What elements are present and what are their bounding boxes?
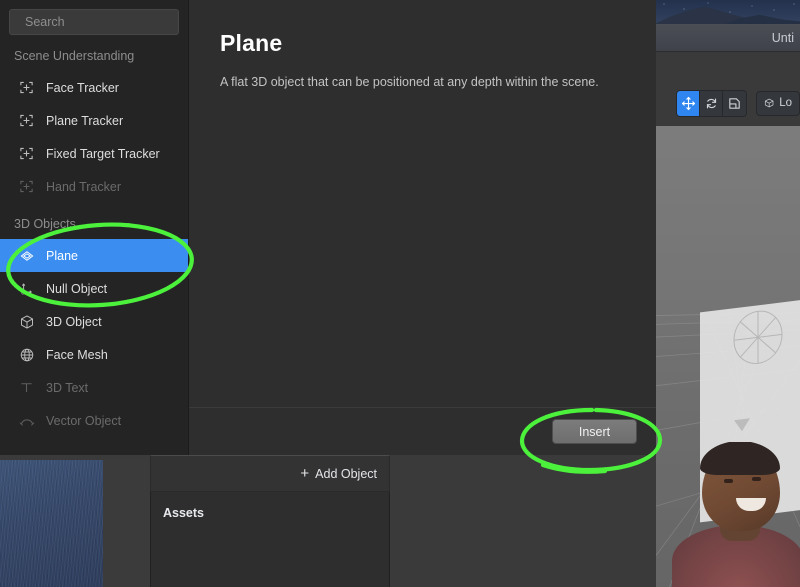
detail-title: Plane (220, 30, 283, 56)
move-tool-button[interactable] (677, 90, 701, 116)
object-detail-panel: Plane A flat 3D object that can be posit… (189, 0, 656, 455)
transform-toolbar: Lo (656, 80, 800, 126)
scale-icon (729, 97, 740, 109)
scene-preview-image (656, 0, 800, 24)
list-item-vector-object[interactable]: Vector Object (0, 404, 188, 437)
list-item-label: 3D Object (46, 314, 102, 329)
insert-button[interactable]: Insert (552, 419, 637, 444)
tracker-frame-icon (18, 79, 35, 96)
list-item-label: Vector Object (46, 413, 122, 428)
object-list-panel: Scene Understanding Face Tracker (0, 0, 189, 455)
assets-panel: Assets (150, 492, 390, 587)
plus-icon: + (300, 465, 310, 482)
list-item-label: Null Object (46, 281, 108, 296)
coordinate-space-label: Lo (779, 97, 792, 109)
list-item-label: Face Tracker (46, 80, 119, 95)
search-input[interactable] (25, 15, 186, 29)
list-item-face-mesh[interactable]: Face Mesh (0, 338, 188, 371)
screen-root: Unti Lo + Add Object Assets Search Scene… (0, 0, 800, 587)
assets-panel-title: Assets (163, 506, 204, 520)
3d-viewport[interactable] (656, 126, 800, 587)
list-item-3d-object[interactable]: 3D Object (0, 305, 188, 338)
list-item-plane-tracker[interactable]: Plane Tracker (0, 104, 188, 137)
add-object-modal: Scene Understanding Face Tracker (0, 0, 656, 455)
list-item-label: Hand Tracker (46, 179, 122, 194)
person-eye-left (724, 479, 733, 483)
person-eye-right (752, 477, 761, 481)
objects-panel-header: + Add Object (150, 455, 390, 492)
list-item-label: Plane (46, 248, 78, 263)
list-item-label: Plane Tracker (46, 113, 124, 128)
rotate-tool-button[interactable] (700, 90, 724, 116)
list-item-face-tracker[interactable]: Face Tracker (0, 71, 188, 104)
panel-gap-column (103, 460, 150, 587)
modal-footer: Insert (189, 407, 656, 455)
tracker-frame-icon (18, 178, 35, 195)
scale-tool-button[interactable] (723, 90, 746, 116)
search-wrapper (0, 0, 188, 35)
move-arrows-icon (681, 96, 695, 110)
transform-tool-group (676, 89, 747, 117)
axes-origin-icon: 0 (18, 280, 35, 297)
group-label-scene-understanding: Scene Understanding (14, 49, 135, 63)
person-hair (700, 442, 780, 475)
search-box[interactable] (9, 9, 186, 35)
text-t-icon (18, 379, 35, 396)
list-item-label: Face Mesh (46, 347, 108, 362)
person-preview-image (670, 442, 800, 587)
svg-text:0: 0 (21, 289, 25, 296)
list-item-label: 3D Text (46, 380, 89, 395)
curve-icon (18, 412, 35, 429)
rotate-icon (706, 98, 716, 108)
tracker-frame-icon (18, 145, 35, 162)
list-item-hand-tracker[interactable]: Hand Tracker (0, 170, 188, 203)
cube-icon (18, 313, 35, 330)
list-item-null-object[interactable]: 0 Null Object (0, 272, 188, 305)
window-title-bar: Unti (656, 24, 800, 52)
add-object-button[interactable]: + Add Object (300, 466, 377, 481)
list-item-fixed-target-tracker[interactable]: Fixed Target Tracker (0, 137, 188, 170)
group-label-3d-objects: 3D Objects (14, 217, 76, 231)
window-title: Unti (771, 30, 794, 45)
plane-diamond-icon (18, 247, 35, 264)
coordinate-space-selector[interactable]: Lo (755, 90, 800, 116)
tracker-frame-icon (18, 112, 35, 129)
globe-mesh-icon (18, 346, 35, 363)
list-item-label: Fixed Target Tracker (46, 146, 160, 161)
add-object-label: Add Object (315, 466, 377, 481)
list-item-plane[interactable]: Plane (0, 239, 188, 272)
cube-icon (764, 98, 774, 108)
texture-preview-thumbnail[interactable] (0, 460, 103, 587)
list-item-3d-text[interactable]: 3D Text (0, 371, 188, 404)
detail-description: A flat 3D object that can be positioned … (220, 75, 599, 89)
